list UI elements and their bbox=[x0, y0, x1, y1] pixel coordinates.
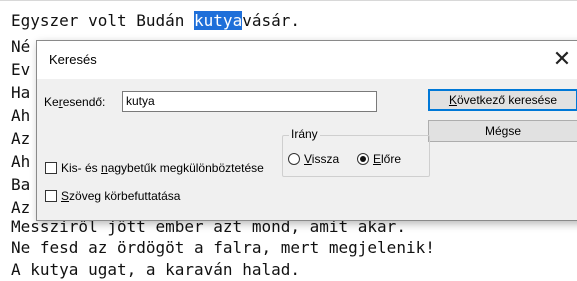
editor-line: Ah bbox=[11, 106, 31, 125]
editor-line: Az bbox=[11, 129, 31, 148]
wrap-label[interactable]: Szöveg körbefuttatása bbox=[61, 189, 180, 203]
close-icon[interactable]: ✕ bbox=[548, 46, 576, 74]
search-highlight: kutya bbox=[194, 11, 243, 30]
dialog-titlebar[interactable]: Keresés ✕ bbox=[37, 41, 577, 79]
search-input[interactable]: kutya bbox=[122, 91, 377, 112]
direction-up-label[interactable]: Vissza bbox=[304, 152, 339, 166]
direction-up-radio[interactable] bbox=[288, 153, 300, 165]
editor-line: Ha bbox=[11, 83, 31, 102]
editor-line: Né bbox=[11, 37, 31, 56]
match-case-checkbox[interactable] bbox=[45, 162, 57, 174]
search-label: Keresendő: bbox=[44, 95, 106, 109]
editor-line: A kutya ugat, a karaván halad. bbox=[11, 260, 300, 279]
editor-line: Ne fesd az ördögöt a falra, mert megjele… bbox=[11, 238, 435, 257]
editor-line: Ba bbox=[11, 175, 31, 194]
direction-down-label[interactable]: Előre bbox=[373, 152, 401, 166]
match-case-label[interactable]: Kis- és nagybetűk megkülönböztetése bbox=[61, 161, 264, 175]
direction-title: Irány bbox=[289, 127, 320, 141]
wrap-checkbox[interactable] bbox=[45, 190, 57, 202]
editor-line: Ah bbox=[11, 152, 31, 171]
find-next-button[interactable]: Következő keresése bbox=[428, 89, 577, 111]
find-dialog: Keresés ✕ Keresendő: kutya Következő ker… bbox=[36, 40, 577, 221]
editor-line: Ev bbox=[11, 60, 31, 79]
dialog-title: Keresés bbox=[49, 52, 97, 67]
editor-line: Egyszer volt Budán kutyavásár. bbox=[11, 11, 300, 30]
direction-down-radio[interactable] bbox=[357, 153, 369, 165]
cancel-button[interactable]: Mégse bbox=[428, 120, 577, 142]
